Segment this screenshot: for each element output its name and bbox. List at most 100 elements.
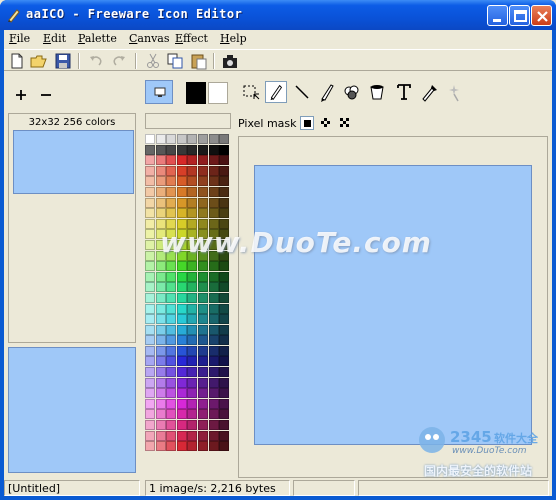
palette-swatch[interactable] [155,314,166,325]
palette-swatch[interactable] [219,398,230,409]
palette-swatch[interactable] [155,165,166,176]
palette-swatch[interactable] [197,155,208,166]
palette-swatch[interactable] [145,186,155,197]
palette-swatch[interactable] [208,441,219,452]
palette-swatch[interactable] [208,208,219,219]
palette-swatch[interactable] [176,176,187,187]
palette-swatch[interactable] [166,314,177,325]
mask-checker-button[interactable] [338,116,352,130]
palette-swatch[interactable] [155,271,166,282]
palette-swatch[interactable] [187,186,198,197]
palette-swatch[interactable] [166,134,177,144]
palette-swatch[interactable] [155,345,166,356]
palette-swatch[interactable] [176,144,187,155]
palette-swatch[interactable] [219,134,230,144]
palette-swatch[interactable] [155,155,166,166]
palette-swatch[interactable] [197,208,208,219]
bucket-icon[interactable] [366,81,388,103]
close-button[interactable] [531,5,552,26]
open-folder-icon[interactable] [30,52,48,70]
palette-swatch[interactable] [197,282,208,293]
palette-swatch[interactable] [197,388,208,399]
paste-icon[interactable] [190,52,208,70]
palette-swatch[interactable] [166,345,177,356]
palette-swatch[interactable] [166,377,177,388]
eyedropper-icon[interactable] [418,81,440,103]
palette-swatch[interactable] [166,197,177,208]
palette-swatch[interactable] [166,441,177,452]
palette-swatch[interactable] [176,441,187,452]
palette-swatch[interactable] [208,197,219,208]
palette-swatch[interactable] [187,430,198,441]
palette-swatch[interactable] [219,208,230,219]
palette-swatch[interactable] [155,324,166,335]
palette-swatch[interactable] [166,324,177,335]
undo-icon[interactable] [87,52,105,70]
palette-swatch[interactable] [176,377,187,388]
mask-solid-button[interactable] [300,116,314,130]
palette-swatch[interactable] [197,367,208,378]
palette-swatch[interactable] [166,155,177,166]
palette-swatch[interactable] [197,441,208,452]
palette-swatch[interactable] [208,176,219,187]
palette-swatch[interactable] [187,420,198,431]
palette-swatch[interactable] [208,398,219,409]
palette-swatch[interactable] [208,430,219,441]
palette-swatch[interactable] [176,292,187,303]
palette-swatch[interactable] [176,430,187,441]
palette-swatch[interactable] [187,144,198,155]
palette-swatch[interactable] [187,367,198,378]
palette-swatch[interactable] [208,420,219,431]
drawing-canvas[interactable] [254,165,532,445]
brush-icon[interactable] [315,81,337,103]
menu-help[interactable]: Help [220,32,247,45]
palette-swatch[interactable] [145,388,155,399]
palette-swatch[interactable] [187,335,198,346]
palette-swatch[interactable] [219,176,230,187]
palette-swatch[interactable] [187,441,198,452]
palette-swatch[interactable] [187,388,198,399]
palette-swatch[interactable] [155,261,166,272]
palette-swatch[interactable] [219,324,230,335]
palette-swatch[interactable] [219,186,230,197]
palette-swatch[interactable] [155,144,166,155]
palette-swatch[interactable] [145,271,155,282]
palette-swatch[interactable] [219,409,230,420]
palette-swatch[interactable] [145,420,155,431]
palette-swatch[interactable] [176,208,187,219]
palette-swatch[interactable] [155,367,166,378]
magic-wand-icon[interactable] [445,81,467,103]
mask-dots-button[interactable] [319,116,333,130]
palette-swatch[interactable] [155,430,166,441]
menu-edit[interactable]: Edit [43,32,66,45]
palette-swatch[interactable] [166,367,177,378]
palette-swatch[interactable] [208,324,219,335]
palette-swatch[interactable] [219,197,230,208]
palette-swatch[interactable] [187,409,198,420]
palette-swatch[interactable] [145,218,155,229]
palette-swatch[interactable] [145,176,155,187]
palette-swatch[interactable] [145,430,155,441]
palette-swatch[interactable] [176,398,187,409]
palette-swatch[interactable] [197,303,208,314]
palette-swatch[interactable] [219,420,230,431]
palette-swatch[interactable] [166,261,177,272]
palette-swatch[interactable] [197,324,208,335]
palette-swatch[interactable] [187,208,198,219]
palette-swatch[interactable] [187,398,198,409]
palette-swatch[interactable] [166,356,177,367]
palette-swatch[interactable] [166,430,177,441]
palette-swatch[interactable] [166,335,177,346]
palette-swatch[interactable] [145,292,155,303]
new-file-icon[interactable] [8,52,26,70]
remove-image-icon[interactable] [38,87,54,103]
select-rect-icon[interactable] [240,81,262,103]
palette-swatch[interactable] [187,165,198,176]
palette-swatch[interactable] [155,303,166,314]
palette-swatch[interactable] [187,377,198,388]
palette-swatch[interactable] [187,197,198,208]
palette-swatch[interactable] [176,388,187,399]
palette-swatch[interactable] [176,197,187,208]
palette-swatch[interactable] [166,409,177,420]
palette-swatch[interactable] [219,345,230,356]
